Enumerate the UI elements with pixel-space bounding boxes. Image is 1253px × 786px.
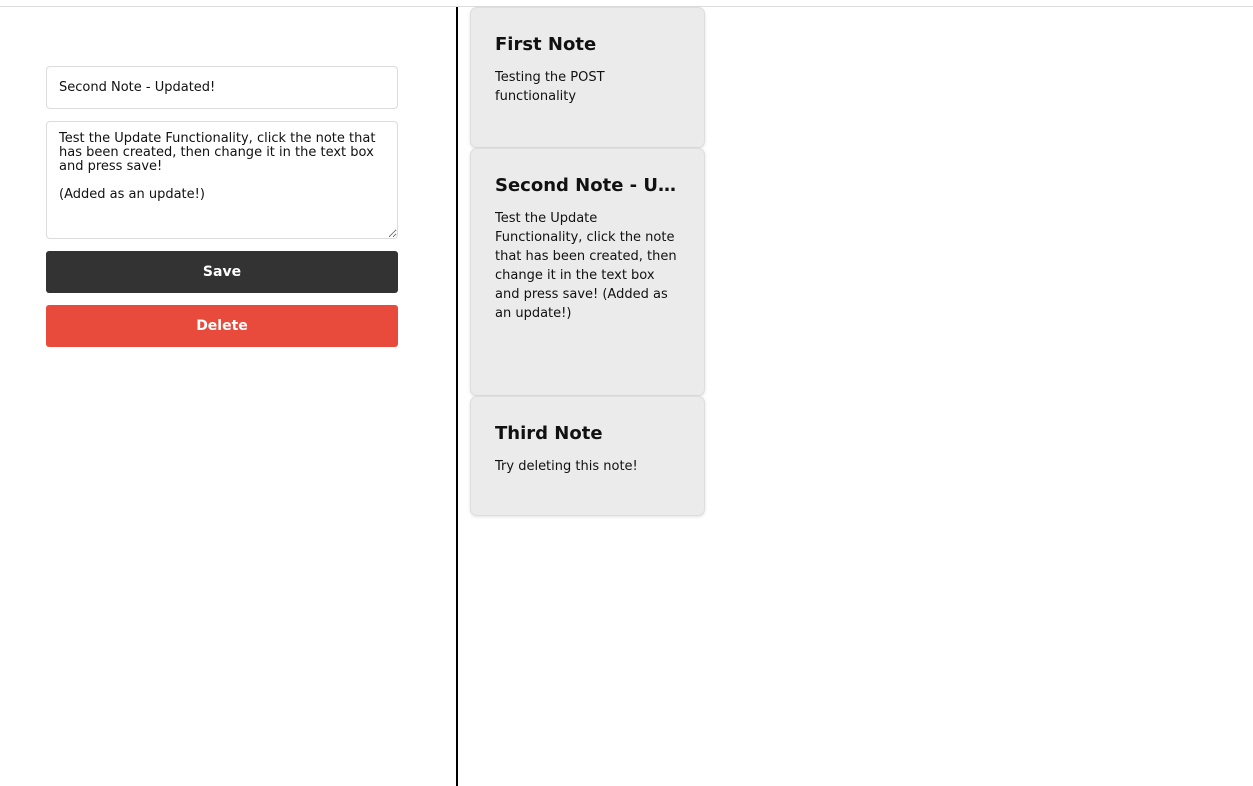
note-editor: Test the Update Functionality, click the… <box>46 66 398 347</box>
note-card-first[interactable]: First Note Testing the POST functionalit… <box>470 7 705 148</box>
note-card-body: Test the Update Functionality, click the… <box>495 211 677 321</box>
note-title-input[interactable] <box>46 66 398 109</box>
note-card-title: First Note <box>495 34 597 55</box>
note-card-third[interactable]: Third Note Try deleting this note! <box>470 396 705 516</box>
note-card-body: Try deleting this note! <box>495 459 638 474</box>
note-card-body: Testing the POST functionality <box>495 70 605 104</box>
note-card-title: Third Note <box>495 423 603 444</box>
note-card-title: Second Note - Updated! <box>495 175 680 196</box>
save-button[interactable]: Save <box>46 251 398 293</box>
notes-app: Test the Update Functionality, click the… <box>0 0 1253 786</box>
vertical-divider <box>456 7 458 786</box>
note-body-textarea[interactable]: Test the Update Functionality, click the… <box>46 121 398 239</box>
note-card-second[interactable]: Second Note - Updated! Test the Update F… <box>470 148 705 396</box>
notes-list: First Note Testing the POST functionalit… <box>470 7 705 516</box>
delete-button[interactable]: Delete <box>46 305 398 347</box>
